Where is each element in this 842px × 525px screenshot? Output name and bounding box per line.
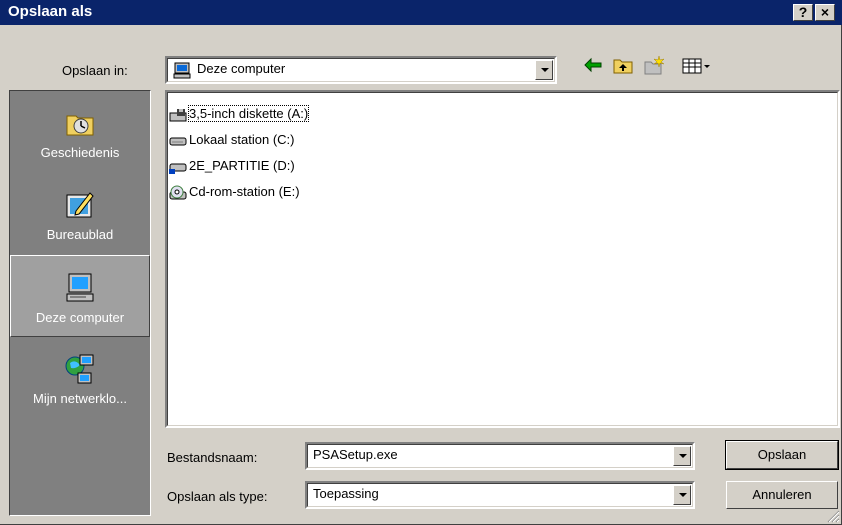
file-list[interactable]: 3,5-inch diskette (A:) Lokaal station (C… <box>165 90 840 428</box>
floppy-drive-icon <box>169 108 187 122</box>
places-item-desktop[interactable]: Bureaublad <box>10 173 150 255</box>
computer-icon <box>173 62 191 79</box>
filetype-dropdown-button[interactable] <box>673 485 691 505</box>
hard-drive-icon <box>169 163 187 174</box>
save-button[interactable]: Opslaan <box>725 440 839 470</box>
places-item-label: Mijn netwerklo... <box>33 391 127 406</box>
list-item-label: 2E_PARTITIE (D:) <box>189 158 295 173</box>
save-in-dropdown-button[interactable] <box>535 60 553 80</box>
network-icon <box>65 354 94 384</box>
list-item-label: Lokaal station (C:) <box>189 132 295 147</box>
window-title: Opslaan als <box>8 3 93 20</box>
list-item[interactable]: 3,5-inch diskette (A:) <box>169 105 310 123</box>
cancel-button[interactable]: Annuleren <box>726 481 838 509</box>
resize-grip-icon[interactable] <box>826 509 840 523</box>
places-item-label: Bureaublad <box>46 227 114 242</box>
up-folder-icon[interactable] <box>612 55 634 75</box>
close-button[interactable]: × <box>815 4 835 21</box>
history-icon <box>66 115 94 136</box>
list-item[interactable]: 2E_PARTITIE (D:) <box>169 157 295 175</box>
back-arrow-icon[interactable] <box>582 55 604 75</box>
filetype-value: Toepassing <box>313 486 379 501</box>
computer-icon <box>66 273 94 302</box>
save-as-dialog: Opslaan als ? × Opslaan in: Deze compute… <box>0 0 842 525</box>
save-in-label: Opslaan in: <box>62 63 128 78</box>
places-item-network[interactable]: Mijn netwerklo... <box>10 337 150 419</box>
filename-value: PSASetup.exe <box>313 447 398 462</box>
list-item-label: 3,5-inch diskette (A:) <box>187 105 310 122</box>
filename-label: Bestandsnaam: <box>167 450 258 465</box>
desktop-icon <box>66 192 94 218</box>
places-item-computer[interactable]: Deze computer <box>10 255 150 337</box>
places-item-label: Deze computer <box>35 310 125 325</box>
filename-dropdown-button[interactable] <box>673 446 691 466</box>
list-item[interactable]: Lokaal station (C:) <box>169 131 295 149</box>
filename-field[interactable]: PSASetup.exe <box>305 442 695 470</box>
filetype-combobox[interactable]: Toepassing <box>305 481 695 509</box>
hard-drive-icon <box>169 137 187 146</box>
save-in-value: Deze computer <box>197 61 286 76</box>
list-item-label: Cd-rom-station (E:) <box>189 184 300 199</box>
view-menu-icon[interactable] <box>681 55 713 75</box>
places-item-label: Geschiedenis <box>40 145 120 160</box>
places-item-history[interactable]: Geschiedenis <box>10 91 150 173</box>
filetype-label: Opslaan als type: <box>167 489 268 504</box>
title-bar[interactable]: Opslaan als ? × <box>0 0 842 25</box>
places-bar: Geschiedenis Bureaublad Deze computer Mi… <box>9 90 151 516</box>
save-in-combobox[interactable]: Deze computer <box>165 56 557 84</box>
cd-drive-icon <box>169 185 187 200</box>
list-item[interactable]: Cd-rom-station (E:) <box>169 183 300 201</box>
new-folder-icon[interactable] <box>643 55 665 75</box>
help-button[interactable]: ? <box>793 4 813 21</box>
